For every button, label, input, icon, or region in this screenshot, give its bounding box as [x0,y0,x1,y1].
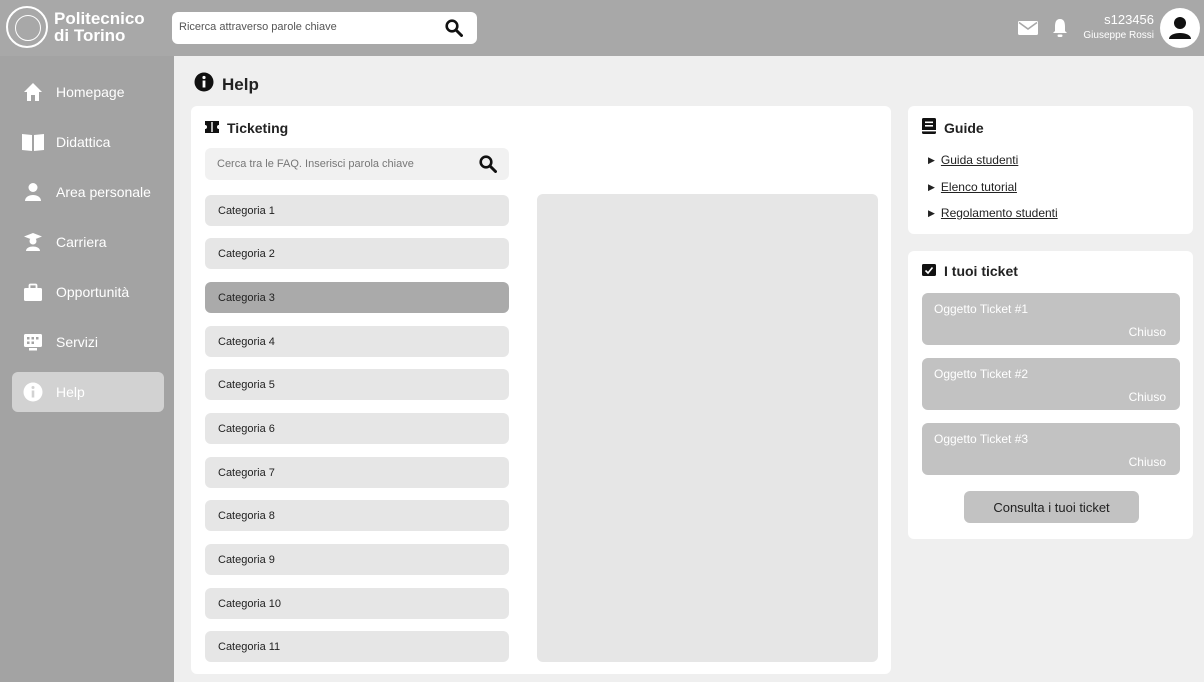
sidebar-item-label: Opportunità [56,284,130,300]
search-icon[interactable] [479,155,497,178]
my-tickets-title-text: I tuoi ticket [944,263,1018,279]
ticket-item-2[interactable]: Oggetto Ticket #2 Chiuso [922,358,1180,410]
briefcase-icon [22,281,44,303]
sidebar-item-area-personale[interactable]: Area personale [12,172,164,212]
guide-title: Guide [922,118,984,137]
category-item-2[interactable]: Categoria 2 [205,238,509,269]
page-title-text: Help [222,74,259,94]
user-icon [1169,17,1191,39]
category-detail-panel [537,194,878,662]
brand-line-1: Politecnico [54,9,145,28]
global-search-input[interactable]: Ricerca attraverso parole chiave [172,12,477,44]
ticket-check-icon [922,263,936,279]
guide-card: Guide ▶ Guida studenti ▶ Elenco tutorial… [908,106,1193,234]
sidebar-item-servizi[interactable]: Servizi [12,322,164,362]
ticket-subject: Oggetto Ticket #3 [934,432,1029,446]
sidebar-item-label: Area personale [56,184,151,200]
logo-seal-icon [6,6,48,48]
sidebar-item-label: Didattica [56,134,111,150]
sidebar-item-label: Homepage [56,84,125,100]
mail-icon[interactable] [1018,21,1038,40]
user-id: s123456 [1104,12,1154,27]
faq-search-placeholder: Cerca tra le FAQ. Inserisci parola chiav… [217,158,414,170]
book-icon [22,131,44,153]
ticket-item-1[interactable]: Oggetto Ticket #1 Chiuso [922,293,1180,345]
ticket-subject: Oggetto Ticket #2 [934,367,1029,381]
person-icon [22,181,44,203]
global-search-placeholder: Ricerca attraverso parole chiave [179,21,337,33]
sidebar-item-label: Help [56,384,85,400]
sidebar-item-help[interactable]: Help [12,372,164,412]
guide-title-text: Guide [944,119,984,136]
ticket-item-3[interactable]: Oggetto Ticket #3 Chiuso [922,423,1180,475]
graduate-icon [22,231,44,253]
category-item-1[interactable]: Categoria 1 [205,195,509,226]
services-icon [22,331,44,353]
triangle-right-icon: ▶ [928,207,935,218]
triangle-right-icon: ▶ [928,154,935,165]
faq-search-input[interactable]: Cerca tra le FAQ. Inserisci parola chiav… [205,148,509,180]
category-item-9[interactable]: Categoria 9 [205,544,509,575]
ticket-subject: Oggetto Ticket #1 [934,302,1029,316]
page-title: Help [194,72,259,97]
ticket-status: Chiuso [1128,325,1166,339]
guide-link-label[interactable]: Regolamento studenti [941,206,1058,220]
category-item-4[interactable]: Categoria 4 [205,326,509,357]
ticketing-card: Ticketing Cerca tra le FAQ. Inserisci pa… [191,106,891,674]
my-tickets-card: I tuoi ticket Oggetto Ticket #1 Chiuso O… [908,251,1193,539]
category-item-10[interactable]: Categoria 10 [205,588,509,619]
category-item-3[interactable]: Categoria 3 [205,282,509,313]
sidebar-item-opportunita[interactable]: Opportunità [12,272,164,312]
category-item-11[interactable]: Categoria 11 [205,631,509,662]
logo[interactable]: Politecnico di Torino [6,6,145,48]
guide-link-elenco-tutorial[interactable]: ▶ Elenco tutorial [928,180,1017,194]
ticket-status: Chiuso [1128,390,1166,404]
category-item-8[interactable]: Categoria 8 [205,500,509,531]
search-icon[interactable] [445,19,463,42]
sidebar-item-homepage[interactable]: Homepage [12,72,164,112]
info-icon [22,381,44,403]
guide-link-guida-studenti[interactable]: ▶ Guida studenti [928,153,1018,167]
consult-tickets-button[interactable]: Consulta i tuoi ticket [964,491,1139,523]
user-name: Giuseppe Rossi [1083,30,1154,41]
category-item-7[interactable]: Categoria 7 [205,457,509,488]
sidebar: Homepage Didattica Area personale Carrie… [0,56,174,682]
ticketing-title: Ticketing [205,120,288,136]
top-bar: Politecnico di Torino Ricerca attraverso… [0,0,1204,56]
ticket-icon [205,120,219,136]
avatar[interactable] [1160,8,1200,48]
brand-line-2: di Torino [54,26,126,45]
sidebar-item-didattica[interactable]: Didattica [12,122,164,162]
guide-link-regolamento-studenti[interactable]: ▶ Regolamento studenti [928,206,1058,220]
my-tickets-title: I tuoi ticket [922,263,1018,279]
sidebar-item-label: Carriera [56,234,107,250]
ticketing-title-text: Ticketing [227,120,289,136]
info-icon [194,72,214,97]
category-item-6[interactable]: Categoria 6 [205,413,509,444]
ticket-status: Chiuso [1128,455,1166,469]
sidebar-item-label: Servizi [56,334,99,350]
logo-text: Politecnico di Torino [54,10,145,44]
guide-book-icon [922,118,936,137]
category-item-5[interactable]: Categoria 5 [205,369,509,400]
guide-link-label[interactable]: Elenco tutorial [941,180,1017,194]
home-icon [22,81,44,103]
bell-icon[interactable] [1052,18,1068,43]
sidebar-item-carriera[interactable]: Carriera [12,222,164,262]
guide-link-label[interactable]: Guida studenti [941,153,1018,167]
triangle-right-icon: ▶ [928,181,935,192]
